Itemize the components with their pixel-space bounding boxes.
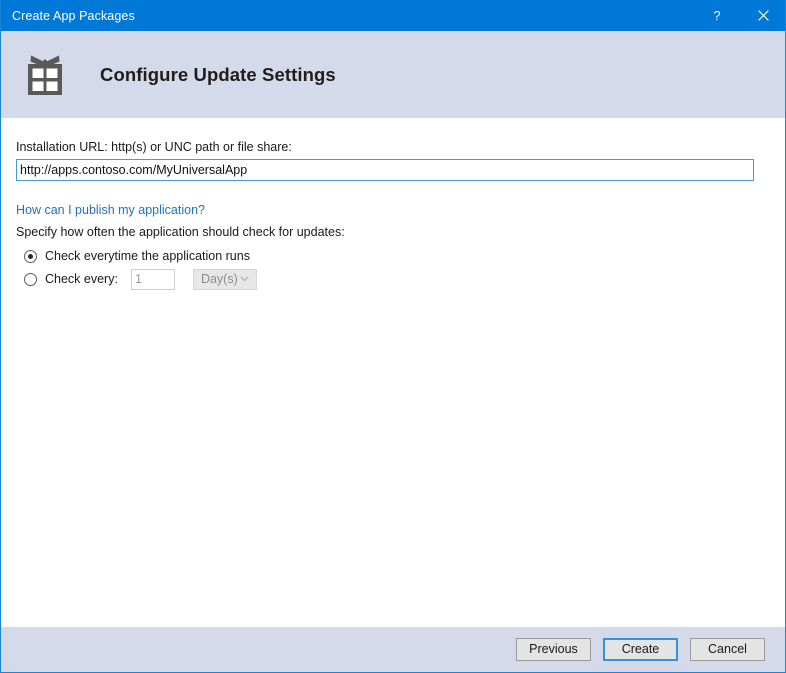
dialog-header: Configure Update Settings xyxy=(1,31,785,118)
previous-button[interactable]: Previous xyxy=(516,638,591,661)
question-mark-icon: ? xyxy=(713,8,721,23)
radio-option-interval[interactable]: Check every: Day(s) xyxy=(24,268,769,290)
close-icon xyxy=(757,10,769,21)
window-title: Create App Packages xyxy=(12,8,135,23)
create-button[interactable]: Create xyxy=(603,638,678,661)
dialog-footer: Previous Create Cancel xyxy=(1,627,785,672)
interval-unit-select[interactable]: Day(s) xyxy=(192,268,257,290)
chevron-down-icon xyxy=(240,276,249,282)
help-button[interactable]: ? xyxy=(694,0,740,31)
dialog-body: Installation URL: http(s) or UNC path or… xyxy=(1,118,785,627)
cancel-button[interactable]: Cancel xyxy=(690,638,765,661)
radio-everytime-label[interactable]: Check everytime the application runs xyxy=(45,249,250,263)
close-button[interactable] xyxy=(740,0,785,31)
interval-unit-value: Day(s) xyxy=(200,272,238,286)
window-controls: ? xyxy=(694,0,785,31)
installation-url-label: Installation URL: http(s) or UNC path or… xyxy=(16,140,292,154)
publish-help-link[interactable]: How can I publish my application? xyxy=(16,202,205,218)
radio-interval-indicator[interactable] xyxy=(24,272,37,286)
gift-package-icon xyxy=(28,55,62,95)
title-bar: Create App Packages ? xyxy=(1,0,785,31)
radio-interval-label[interactable]: Check every: xyxy=(45,272,118,286)
radio-option-everytime[interactable]: Check everytime the application runs xyxy=(24,246,769,266)
radio-everytime-indicator[interactable] xyxy=(24,249,37,263)
dialog-window: Create App Packages ? Configure Update S… xyxy=(0,0,786,673)
installation-url-input[interactable] xyxy=(16,159,754,181)
page-title: Configure Update Settings xyxy=(100,63,336,85)
interval-value-input[interactable] xyxy=(130,268,175,290)
update-frequency-label: Specify how often the application should… xyxy=(16,225,345,239)
